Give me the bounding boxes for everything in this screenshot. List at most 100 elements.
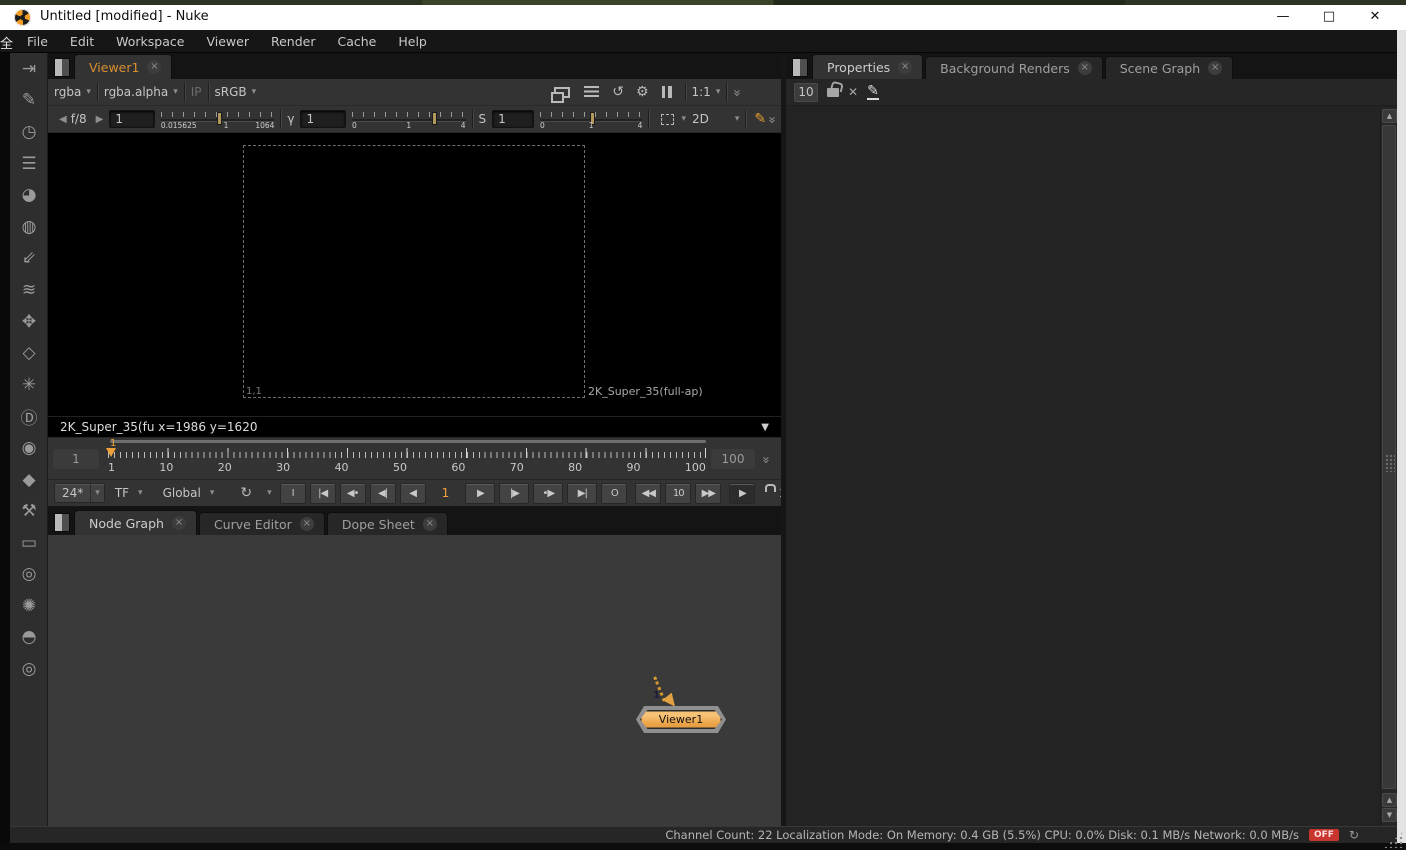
- color-icon[interactable]: ◕: [10, 179, 48, 211]
- viewer-node[interactable]: Viewer1: [640, 710, 722, 729]
- roi-dropdown-icon[interactable]: ▾: [681, 114, 686, 124]
- transform-icon[interactable]: ✥: [10, 306, 48, 338]
- status-off-badge[interactable]: OFF: [1308, 829, 1339, 841]
- collapse-timeline-icon[interactable]: »: [758, 456, 773, 463]
- monitor-out-icon[interactable]: [551, 86, 571, 103]
- jump-back-button[interactable]: ◀◀: [635, 482, 662, 504]
- max-panels-input[interactable]: 10: [794, 82, 818, 102]
- tab-curve-editor[interactable]: Curve Editor ×: [198, 512, 325, 535]
- fps-select[interactable]: 24* ▾: [54, 483, 105, 503]
- timeline-zoom-bar[interactable]: [110, 440, 706, 443]
- menu-cache[interactable]: Cache: [326, 30, 387, 53]
- tab-background-renders-close-icon[interactable]: ×: [1077, 61, 1092, 75]
- plugin-target-icon[interactable]: ◎: [10, 653, 48, 685]
- roi-icon[interactable]: [661, 113, 675, 125]
- loop-mode-icon[interactable]: ↻: [240, 485, 252, 501]
- channel-icon[interactable]: ☰: [10, 148, 48, 180]
- refresh-icon[interactable]: ↺: [612, 84, 624, 100]
- pane-menu-icon[interactable]: [792, 58, 808, 77]
- input-process-toggle[interactable]: IP: [191, 85, 202, 99]
- go-start-button[interactable]: |◀: [309, 482, 336, 504]
- time-icon[interactable]: ◷: [10, 116, 48, 148]
- scrollbar-thumb[interactable]: [1382, 125, 1396, 789]
- saturation-input[interactable]: 1: [492, 110, 534, 128]
- close-button[interactable]: ✕: [1360, 6, 1390, 28]
- tab-viewer1[interactable]: Viewer1 ×: [74, 54, 173, 79]
- pane-menu-icon[interactable]: [54, 58, 70, 77]
- tab-curve-editor-close-icon[interactable]: ×: [299, 517, 314, 531]
- prev-keyframe-button[interactable]: ◀•: [339, 482, 366, 504]
- gain-input[interactable]: 1: [109, 110, 155, 128]
- settings-gear-icon[interactable]: ⚙: [636, 84, 649, 100]
- tf-select[interactable]: TF: [115, 486, 129, 500]
- gamma-slider[interactable]: 0 1 4: [351, 110, 466, 130]
- draw-icon[interactable]: ✎: [10, 85, 48, 117]
- deep-icon[interactable]: Ⓓ: [10, 401, 48, 433]
- unlock-icon[interactable]: [827, 87, 839, 97]
- flipbook-button[interactable]: ▶: [729, 482, 756, 504]
- toolsets-icon[interactable]: ⚒: [10, 495, 48, 527]
- close-all-panels-icon[interactable]: ✕: [848, 85, 858, 99]
- range-dropdown-icon[interactable]: ▾: [210, 488, 215, 498]
- viewer-lut-select[interactable]: sRGB: [215, 85, 247, 99]
- tf-dropdown-icon[interactable]: ▾: [138, 488, 143, 498]
- scroll-up-icon[interactable]: ▲: [1382, 109, 1397, 123]
- collapse-gain-toolbar-icon[interactable]: »: [764, 116, 779, 123]
- image-icon[interactable]: ⇥: [10, 53, 48, 85]
- tab-scene-graph-close-icon[interactable]: ×: [1208, 61, 1223, 75]
- play-backward-button[interactable]: ◀: [399, 482, 426, 504]
- step-forward-button[interactable]: |▶: [499, 482, 530, 504]
- menu-edit[interactable]: Edit: [59, 30, 105, 53]
- pause-icon[interactable]: [661, 86, 672, 98]
- collapse-toolbar-icon[interactable]: »: [729, 89, 744, 96]
- lut-dropdown-icon[interactable]: ▾: [252, 87, 257, 97]
- minimize-button[interactable]: —: [1268, 6, 1298, 28]
- pane-menu-icon[interactable]: [54, 512, 70, 532]
- filter-icon[interactable]: ◍: [10, 211, 48, 243]
- channel-select[interactable]: rgba.alpha: [104, 85, 168, 99]
- tab-dope-sheet[interactable]: Dope Sheet ×: [326, 512, 448, 535]
- go-end-button[interactable]: ▶|: [567, 482, 598, 504]
- vertical-scrollbar[interactable]: ▲ ▲ ▼: [1380, 108, 1397, 826]
- timeline-ruler[interactable]: 1 10 20 30 40 50 60 70 80 90 100: [108, 445, 706, 477]
- tab-dope-sheet-close-icon[interactable]: ×: [422, 517, 437, 531]
- plugin-furnace-icon[interactable]: ◎: [10, 559, 48, 591]
- wipe-lines-icon[interactable]: [584, 86, 600, 98]
- range-mode-select[interactable]: Global: [163, 486, 201, 500]
- fstop-prev-icon[interactable]: ◀: [59, 114, 67, 125]
- tab-node-graph[interactable]: Node Graph ×: [74, 510, 197, 535]
- loop-dropdown-icon[interactable]: ▾: [267, 488, 272, 498]
- status-refresh-icon[interactable]: ↻: [1349, 828, 1359, 842]
- scroll-down-small-icon[interactable]: ▼: [1382, 808, 1397, 822]
- current-frame[interactable]: 1: [442, 486, 450, 500]
- zoom-dropdown-icon[interactable]: ▾: [716, 87, 721, 97]
- merge-icon[interactable]: ≋: [10, 274, 48, 306]
- range-end-input[interactable]: 100: [711, 449, 755, 469]
- set-in-button[interactable]: I: [279, 482, 306, 504]
- node-graph-canvas[interactable]: 1 Viewer1: [48, 535, 781, 826]
- 3d-icon[interactable]: ◇: [10, 337, 48, 369]
- view-mode-dropdown-icon[interactable]: ▾: [735, 114, 740, 124]
- saturation-slider[interactable]: 0 1 4: [539, 110, 643, 130]
- jump-forward-button[interactable]: ▶▶: [695, 482, 722, 504]
- menu-viewer[interactable]: Viewer: [195, 30, 260, 53]
- zoom-select[interactable]: 1:1: [692, 85, 711, 99]
- next-keyframe-button[interactable]: •▶: [533, 482, 564, 504]
- frame-step-input[interactable]: 10: [665, 482, 692, 504]
- play-button[interactable]: ▶: [465, 482, 496, 504]
- metadata-icon[interactable]: ◆: [10, 464, 48, 496]
- view-mode-select[interactable]: 2D: [692, 112, 709, 126]
- scroll-up-small-icon[interactable]: ▲: [1382, 793, 1397, 807]
- menu-workspace[interactable]: Workspace: [105, 30, 195, 53]
- maximize-button[interactable]: □: [1314, 6, 1344, 28]
- tab-scene-graph[interactable]: Scene Graph ×: [1104, 56, 1234, 79]
- set-out-button[interactable]: O: [601, 482, 628, 504]
- layer-dropdown-icon[interactable]: ▾: [86, 87, 91, 97]
- tab-node-graph-close-icon[interactable]: ×: [171, 516, 186, 530]
- plugin-cara-icon[interactable]: ◓: [10, 622, 48, 654]
- gain-slider[interactable]: 0.015625 1 1064: [160, 110, 275, 130]
- fstop-label[interactable]: f/8: [71, 112, 87, 126]
- tab-properties[interactable]: Properties ×: [812, 54, 924, 79]
- other-icon[interactable]: ▭: [10, 527, 48, 559]
- tab-properties-close-icon[interactable]: ×: [898, 60, 913, 74]
